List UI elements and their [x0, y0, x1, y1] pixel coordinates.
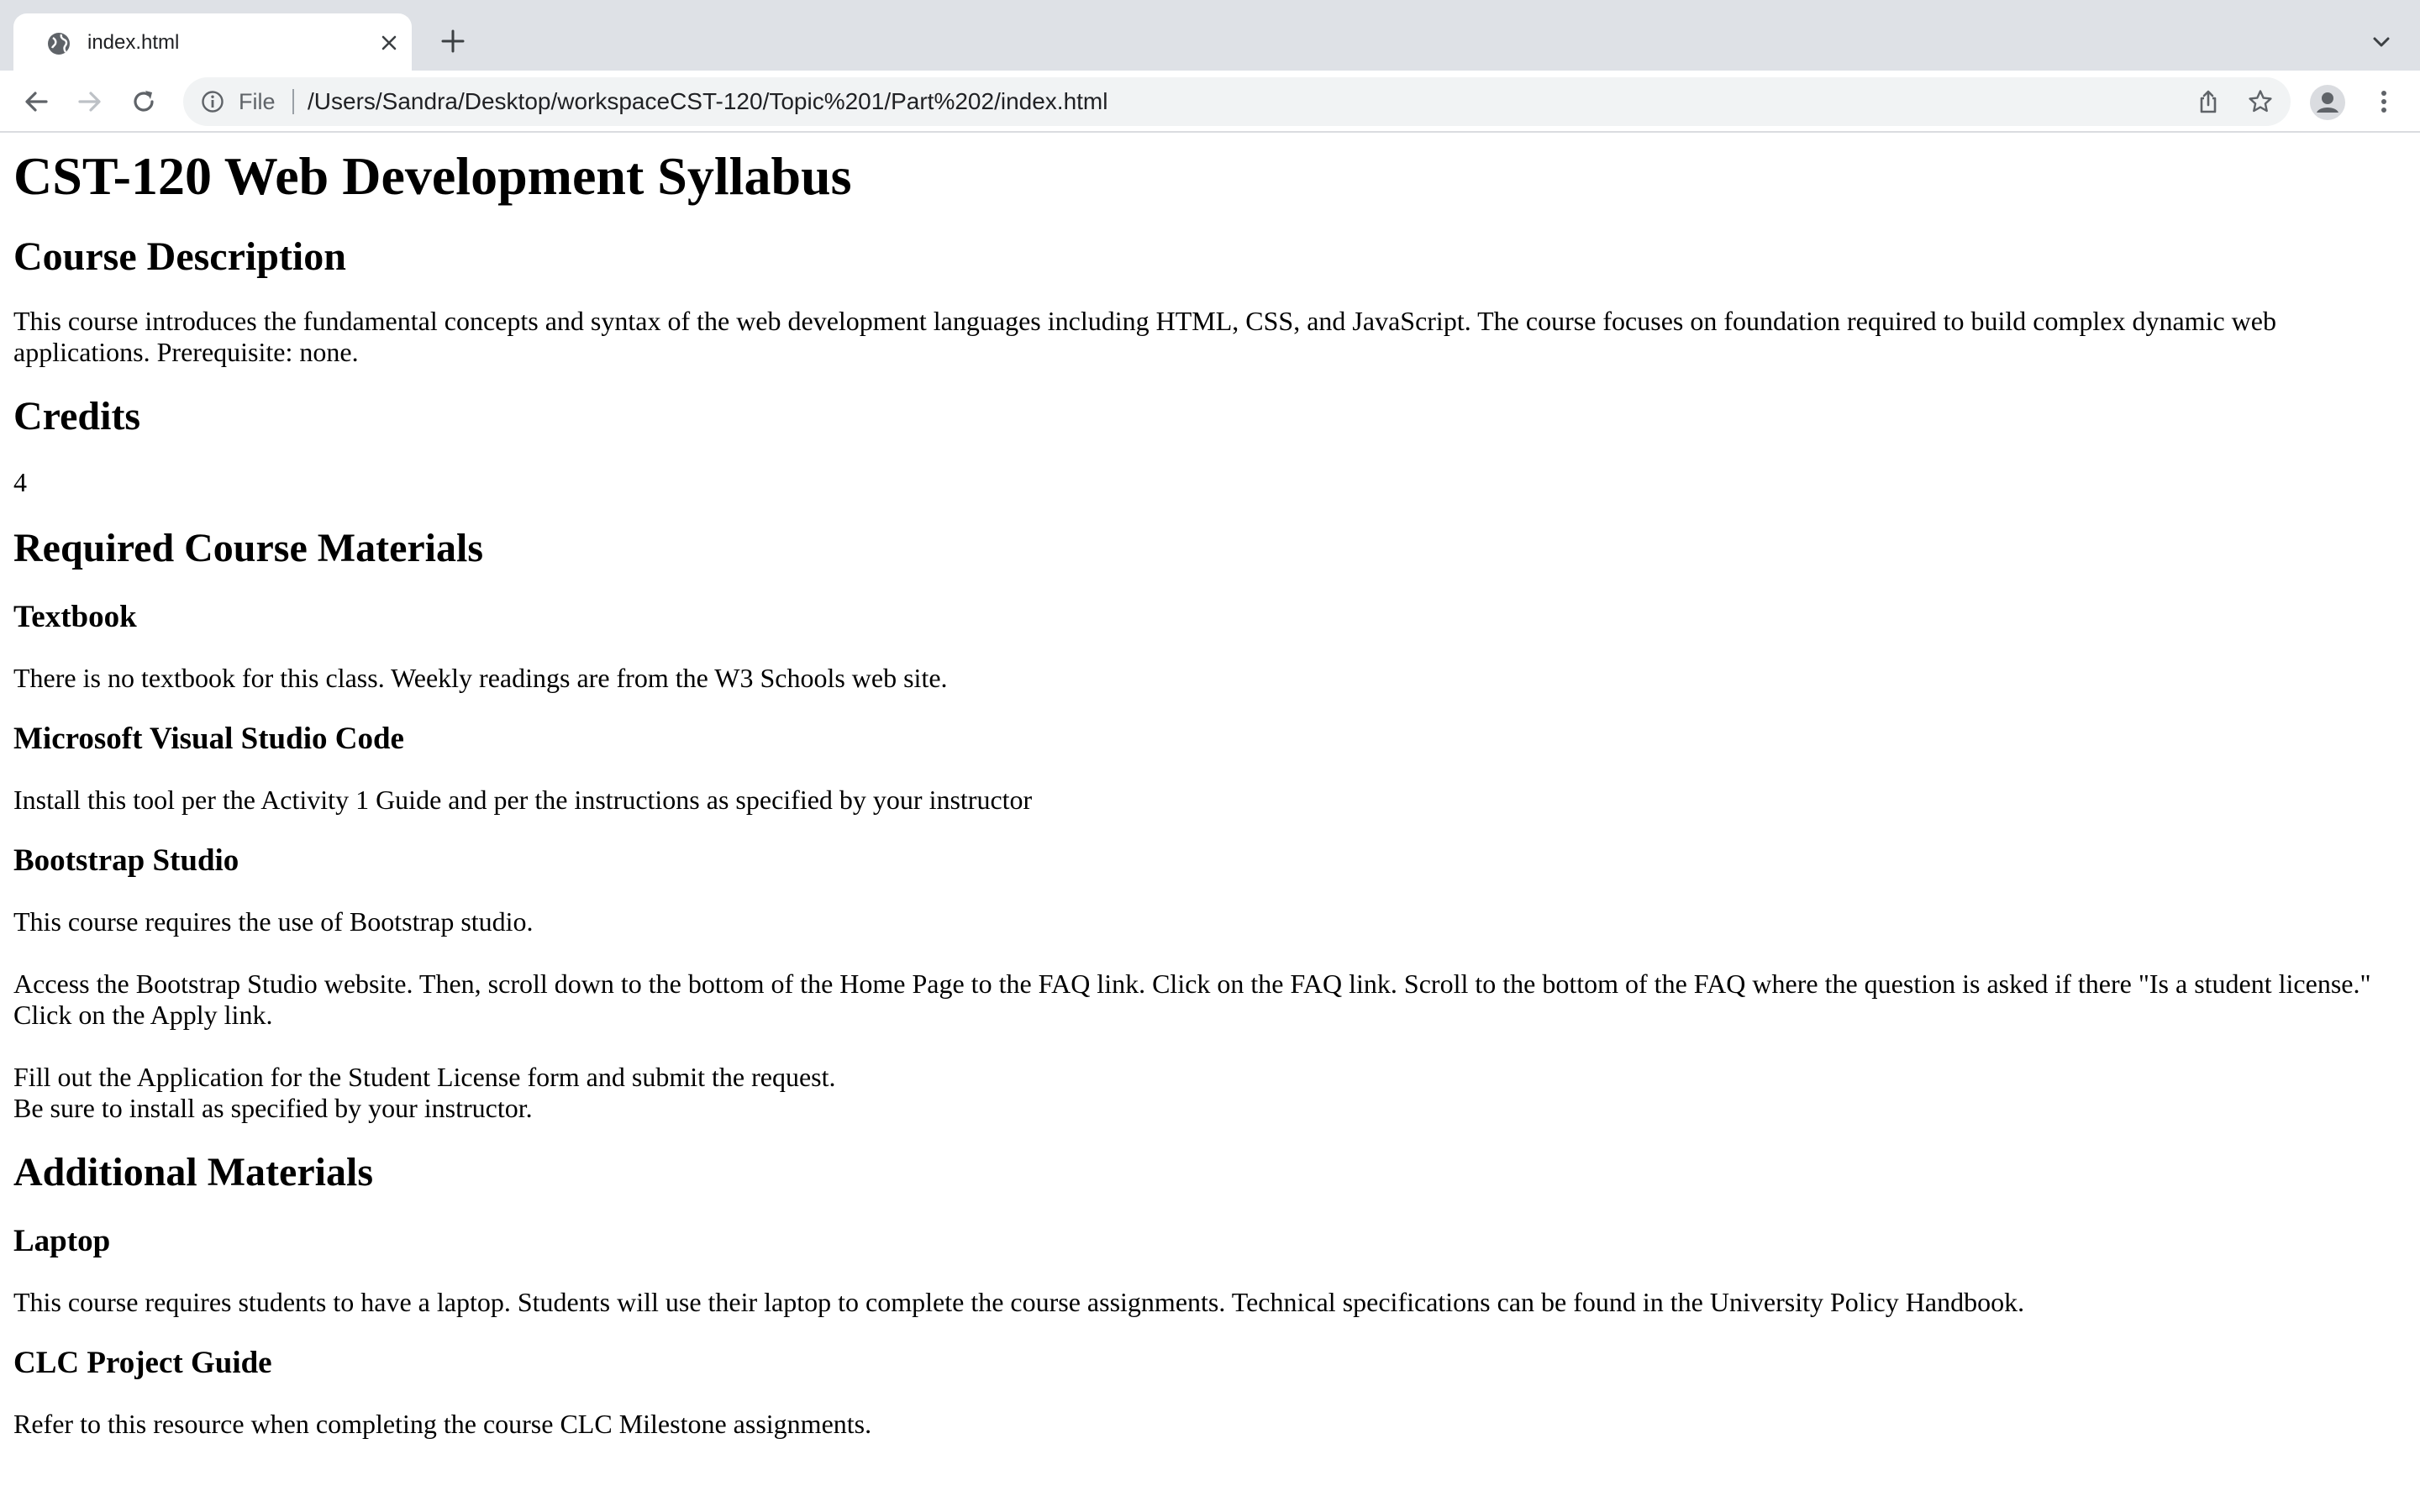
laptop-text: This course requires students to have a … [13, 1287, 2025, 1317]
globe-icon [45, 30, 72, 57]
share-icon[interactable] [2195, 88, 2222, 115]
clc-heading: CLC Project Guide [13, 1346, 272, 1380]
tab-strip: index.html [0, 0, 2420, 71]
textbook-heading: Textbook [13, 600, 137, 634]
address-separator [292, 89, 294, 114]
vscode-heading: Microsoft Visual Studio Code [13, 722, 404, 756]
tab-title: index.html [87, 31, 180, 54]
plus-icon[interactable] [439, 27, 467, 55]
credits-value: 4 [13, 467, 27, 497]
page-content: CST-120 Web Development Syllabus Course … [0, 133, 2420, 1512]
laptop-heading: Laptop [13, 1224, 111, 1258]
url-text[interactable]: /Users/Sandra/Desktop/workspaceCST-120/T… [308, 87, 1107, 116]
credits-heading: Credits [13, 394, 141, 438]
chevron-down-icon[interactable] [2368, 29, 2395, 55]
star-icon[interactable] [2247, 88, 2274, 115]
clc-text: Refer to this resource when completing t… [13, 1409, 872, 1439]
arrow-left-icon[interactable] [20, 86, 52, 118]
bootstrap-studio-text-2: Access the Bootstrap Studio website. The… [13, 969, 2371, 1030]
info-icon[interactable] [200, 89, 225, 114]
bootstrap-studio-text-3-line-1: Fill out the Application for the Student… [13, 1062, 836, 1092]
arrow-right-icon[interactable] [74, 86, 106, 118]
scheme-label: File [239, 89, 276, 114]
additional-materials-heading: Additional Materials [13, 1150, 373, 1194]
textbook-text: There is no textbook for this class. Wee… [13, 663, 948, 693]
required-materials-heading: Required Course Materials [13, 526, 484, 570]
vscode-text: Install this tool per the Activity 1 Gui… [13, 785, 1033, 815]
reload-icon[interactable] [128, 86, 160, 118]
person-icon[interactable] [2309, 84, 2346, 121]
browser-tab[interactable]: index.html [13, 13, 412, 71]
browser-toolbar: File /Users/Sandra/Desktop/workspaceCST-… [0, 71, 2420, 133]
course-description-heading: Course Description [13, 234, 346, 279]
address-bar[interactable]: File /Users/Sandra/Desktop/workspaceCST-… [183, 77, 2291, 126]
close-icon[interactable] [376, 30, 402, 55]
bootstrap-studio-text-3-line-2: Be sure to install as specified by your … [13, 1093, 533, 1123]
page-title: CST-120 Web Development Syllabus [13, 146, 852, 206]
course-description-text: This course introduces the fundamental c… [13, 306, 2276, 367]
bootstrap-studio-heading: Bootstrap Studio [13, 843, 239, 878]
bootstrap-studio-text-1: This course requires the use of Bootstra… [13, 906, 534, 937]
bootstrap-studio-text-3: Fill out the Application for the Student… [13, 1062, 2407, 1124]
kebab-menu-icon[interactable] [2370, 87, 2398, 116]
